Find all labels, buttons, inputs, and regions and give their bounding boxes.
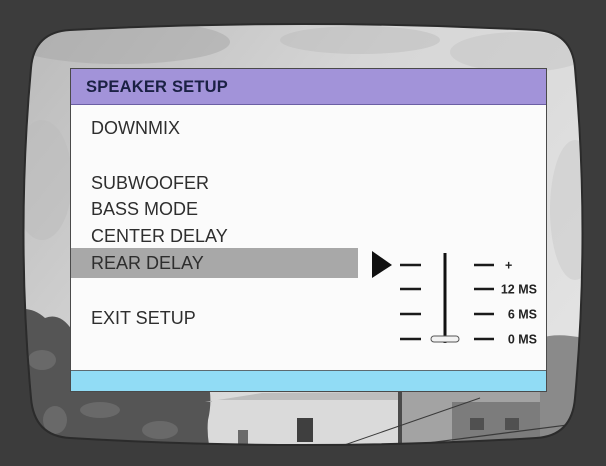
speaker-setup-menu: SPEAKER SETUP DOWNMIX SUBWOOFER BASS MOD… [70,68,547,392]
menu-item-downmix[interactable]: DOWNMIX [71,113,358,143]
menu-item-label: CENTER DELAY [91,226,228,246]
menu-item-label: SUBWOOFER [91,173,210,193]
menu-item-rear-delay[interactable]: REAR DELAY [71,248,358,278]
menu-item-label: DOWNMIX [91,118,180,138]
menu-header: SPEAKER SETUP [71,69,546,105]
scale-label: 12 MS [501,283,537,297]
building-window [470,418,484,430]
triangle-right-icon [372,251,392,278]
menu-item-bass-mode[interactable]: BASS MODE [71,194,358,224]
menu-item-label: BASS MODE [91,199,199,219]
building-window [505,418,519,430]
scale-label: + [505,259,512,273]
menu-item-label: EXIT SETUP [91,308,196,328]
menu-title: SPEAKER SETUP [86,78,228,96]
slider-thumb[interactable] [430,335,460,343]
menu-item-center-delay[interactable]: CENTER DELAY [71,221,358,251]
rear-delay-slider[interactable]: + 12 MS 6 MS 0 MS [368,246,543,351]
utility-pole [398,392,402,445]
menu-item-exit-setup[interactable]: EXIT SETUP [71,303,358,333]
menu-item-label: REAR DELAY [91,253,204,273]
scale-label: 6 MS [508,308,537,322]
scale-label: 0 MS [508,333,537,347]
trees-right [540,335,583,445]
footer-bar [71,370,546,391]
building-window [297,418,313,442]
